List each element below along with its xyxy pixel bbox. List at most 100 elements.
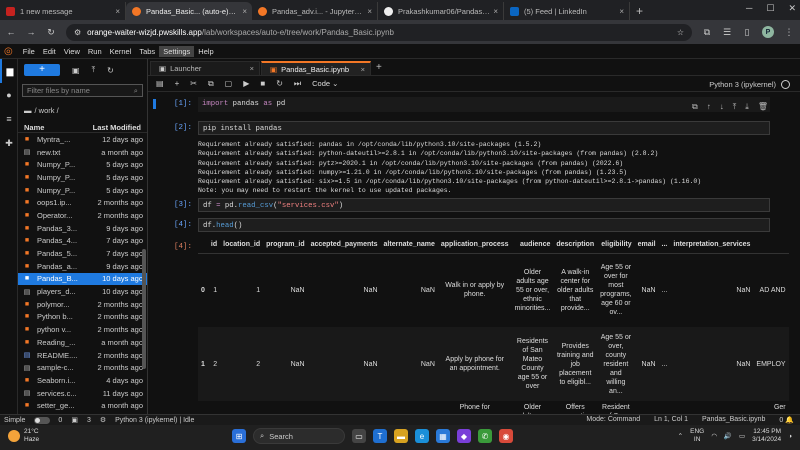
new-document-tab-button[interactable]: +: [372, 61, 386, 75]
browser-tab-jupyter-active[interactable]: Pandas_Basic... (auto-e) - Jupyter ×: [126, 2, 252, 20]
close-icon[interactable]: ×: [115, 7, 120, 16]
code-input[interactable]: df = pd.read_csv("services.csv"): [198, 198, 770, 212]
language[interactable]: ENG IN: [690, 428, 704, 444]
file-row[interactable]: ■ Pandas_3... 9 days ago: [18, 222, 147, 235]
save-icon[interactable]: ▤: [156, 79, 164, 88]
paste-icon[interactable]: ▢: [225, 79, 233, 88]
filter-files-input[interactable]: Filter files by name ⌕: [22, 84, 143, 97]
file-row[interactable]: ■ Pandas_4... 7 days ago: [18, 235, 147, 248]
code-cell-3[interactable]: [3]: df = pd.read_csv("services.csv"): [148, 197, 788, 215]
code-input[interactable]: df.head(): [198, 218, 770, 232]
edge-icon[interactable]: e: [415, 429, 429, 443]
upload-icon[interactable]: ⤒: [92, 65, 96, 75]
insert-below-icon[interactable]: ⤓: [745, 102, 749, 112]
code-input[interactable]: import pandas as pd: [198, 97, 770, 112]
file-row[interactable]: ▤ services.c... 11 days ago: [18, 387, 147, 400]
weather-widget[interactable]: 21°C Haze: [8, 428, 39, 444]
file-row[interactable]: ■ polymor... 2 months ago: [18, 298, 147, 311]
fast-forward-icon[interactable]: ⏭: [294, 79, 301, 89]
cursor-position[interactable]: Ln 1, Col 1: [654, 416, 688, 424]
close-icon[interactable]: ×: [493, 7, 498, 16]
close-icon[interactable]: ×: [361, 65, 365, 74]
restart-icon[interactable]: ↻: [276, 79, 283, 88]
duplicate-cell-icon[interactable]: ⧉: [692, 102, 698, 112]
menu-settings[interactable]: Settings: [159, 45, 195, 57]
site-info-icon[interactable]: ⚙: [74, 28, 81, 37]
menu-view[interactable]: View: [60, 46, 84, 57]
close-icon[interactable]: ×: [367, 7, 372, 16]
notebook-mode[interactable]: Mode: Command: [586, 416, 640, 424]
back-icon[interactable]: ←: [6, 27, 16, 37]
minimize-icon[interactable]: ─: [746, 3, 752, 14]
file-row[interactable]: ■ Numpy_P... 5 days ago: [18, 184, 147, 197]
close-icon[interactable]: ×: [619, 7, 624, 16]
extensions-puzzle-icon[interactable]: ✚: [0, 131, 18, 155]
move-down-icon[interactable]: ↓: [720, 102, 724, 112]
breadcrumb-path[interactable]: / work /: [35, 106, 59, 115]
folder-icon[interactable]: ▬: [24, 106, 32, 115]
column-header-name[interactable]: Name: [24, 123, 93, 132]
clock[interactable]: 12:45 PM 3/14/2024: [752, 428, 781, 444]
notification-count[interactable]: 0 🔔: [779, 416, 794, 424]
new-launcher-button[interactable]: +: [24, 64, 60, 76]
file-row[interactable]: ■ Reading_... a month ago: [18, 336, 147, 349]
app-icon[interactable]: ◆: [457, 429, 471, 443]
running-kernels-icon[interactable]: ●: [0, 83, 18, 107]
code-cell-2[interactable]: [2]: pip install pandas Requirement alre…: [148, 120, 788, 200]
simple-mode-toggle[interactable]: [34, 416, 51, 424]
task-view-icon[interactable]: ▭: [352, 429, 366, 443]
windows-start-icon[interactable]: ⊞: [232, 429, 246, 443]
file-row[interactable]: ■ Numpy_P... 5 days ago: [18, 171, 147, 184]
notifications-icon[interactable]: ◑: [788, 433, 792, 440]
file-row[interactable]: ■ Numpy_P... 5 days ago: [18, 158, 147, 171]
store-icon[interactable]: ▦: [436, 429, 450, 443]
table-of-contents-icon[interactable]: ≡: [0, 107, 18, 131]
wifi-icon[interactable]: ◠: [711, 432, 717, 440]
volume-icon[interactable]: 🔊: [724, 432, 732, 440]
add-cell-icon[interactable]: +: [175, 79, 180, 88]
code-cell-4[interactable]: [4]: df.head(): [148, 217, 788, 235]
file-row[interactable]: ■ Seaborn.i... 4 days ago: [18, 374, 147, 387]
terminal-count[interactable]: 0: [58, 417, 62, 424]
file-row[interactable]: ■ setter_ge... a month ago: [18, 399, 147, 412]
file-row[interactable]: ▤ players_d... 10 days ago: [18, 285, 147, 298]
browser-menu-icon[interactable]: ⋮: [784, 27, 794, 37]
stop-icon[interactable]: ■: [260, 79, 265, 88]
cut-icon[interactable]: ✂: [190, 79, 197, 88]
kernel-status[interactable]: Python 3 (ipykernel) | Idle: [115, 417, 194, 424]
browser-tab-github[interactable]: Prakashkumar06/Pandas_Basic... ×: [378, 2, 504, 20]
menu-edit[interactable]: Edit: [39, 46, 60, 57]
reload-icon[interactable]: ↻: [46, 27, 56, 37]
file-row[interactable]: ■ Pandas_B... 10 days ago: [18, 272, 147, 286]
menu-run[interactable]: Run: [84, 46, 106, 57]
new-tab-button[interactable]: +: [636, 2, 643, 20]
file-row[interactable]: ■ oops1.ip... 2 months ago: [18, 196, 147, 209]
tray-chevron-icon[interactable]: ⌃: [678, 432, 683, 440]
menu-tabs[interactable]: Tabs: [135, 46, 159, 57]
url-field[interactable]: ⚙ orange-waiter-wizjd.pwskills.app /lab/…: [66, 23, 692, 41]
close-icon[interactable]: ×: [242, 7, 247, 16]
browser-tab-gmail[interactable]: 1 new message ×: [0, 2, 126, 20]
tab-launcher[interactable]: ▣ Launcher ×: [150, 61, 260, 75]
whatsapp-icon[interactable]: ✆: [478, 429, 492, 443]
file-row[interactable]: ▤ sample-c... 2 months ago: [18, 361, 147, 374]
file-row[interactable]: ■ Myntra_... 12 days ago: [18, 133, 147, 146]
file-row[interactable]: ▤ README.... 2 months ago: [18, 349, 147, 362]
file-row[interactable]: ■ Operator... 2 months ago: [18, 209, 147, 222]
teams-icon[interactable]: T: [373, 429, 387, 443]
close-icon[interactable]: ×: [250, 64, 254, 73]
chrome-icon[interactable]: ◉: [499, 429, 513, 443]
menu-kernel[interactable]: Kernel: [106, 46, 136, 57]
column-header-modified[interactable]: Last Modified: [93, 123, 141, 132]
battery-icon[interactable]: ▭: [739, 432, 745, 440]
cell-type-select[interactable]: Code ⌄: [312, 79, 338, 88]
taskbar-search[interactable]: ⌕ Search: [253, 428, 345, 444]
menu-help[interactable]: Help: [194, 46, 217, 57]
close-window-icon[interactable]: ✕: [788, 3, 796, 14]
move-up-icon[interactable]: ↑: [707, 102, 711, 112]
refresh-icon[interactable]: ↻: [107, 66, 114, 75]
file-row[interactable]: ■ Pandas_5... 7 days ago: [18, 247, 147, 260]
file-browser-icon[interactable]: ▆: [0, 59, 18, 83]
split-view-icon[interactable]: ▯: [742, 27, 752, 37]
file-row[interactable]: ■ python v... 2 months ago: [18, 323, 147, 336]
